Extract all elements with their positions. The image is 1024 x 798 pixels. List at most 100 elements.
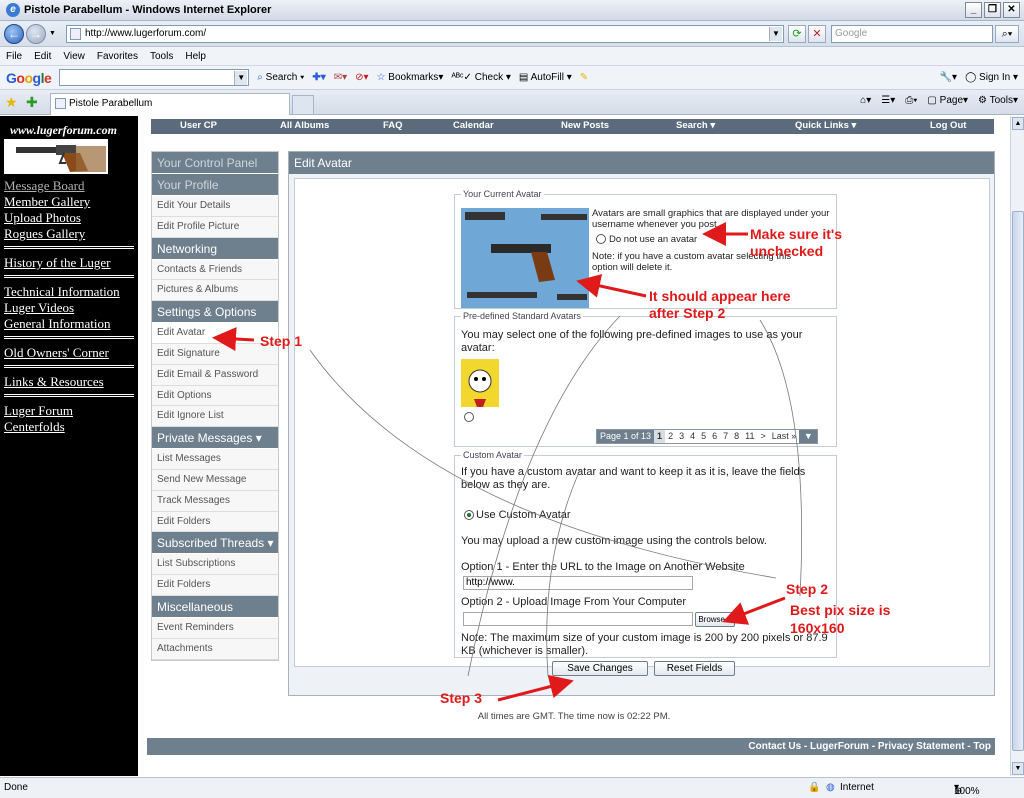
cp-item-edit-folders[interactable]: Edit Folders [152,511,278,533]
menu-edit[interactable]: Edit [34,51,51,62]
avatar-file-input[interactable] [463,612,693,626]
page-scrollbar[interactable]: ▲ ▼ [1010,116,1024,776]
menu-tools[interactable]: Tools [150,51,173,62]
avatar-url-input[interactable]: http://www. [463,576,693,590]
menu-help[interactable]: Help [185,51,206,62]
plus-icon[interactable]: ✚▾ [312,72,325,83]
nav-quick-links[interactable]: Quick Links ▾ [795,120,856,131]
pager-page-4[interactable]: 4 [687,430,698,443]
link-links-resources[interactable]: Links & Resources [4,374,136,390]
cp-item-attachments[interactable]: Attachments [152,638,278,660]
link-history[interactable]: History of the Luger [4,255,136,271]
google-search-input[interactable]: ▼ [59,69,250,86]
link-member-gallery[interactable]: Member Gallery [4,194,136,210]
google-search-button[interactable]: ⌕ Search ▾ [257,72,304,83]
cp-header-profile[interactable]: Your Profile [152,174,278,196]
cp-header-control-panel[interactable]: Your Control Panel [152,152,278,174]
scroll-thumb[interactable] [1012,211,1024,751]
stop-icon[interactable]: ✕ [808,25,826,43]
link-luger-forum[interactable]: Luger Forum [4,403,136,419]
nav-search[interactable]: Search ▾ [676,120,715,131]
cp-header-misc[interactable]: Miscellaneous [152,595,278,618]
autofill-button[interactable]: ▤ AutoFill ▾ [519,72,572,83]
browser-tab[interactable]: Pistole Parabellum [50,93,290,115]
search-go-icon[interactable]: ⌕▾ [995,25,1019,43]
tools-menu[interactable]: ⚙ Tools▾ [978,95,1018,106]
pager-last[interactable]: Last » [769,430,800,443]
block-icon[interactable]: ⊘▾ [355,72,368,83]
cp-item-event-reminders[interactable]: Event Reminders [152,617,278,639]
link-upload-photos[interactable]: Upload Photos [4,210,136,226]
nav-new-posts[interactable]: New Posts [561,120,609,131]
maximize-button[interactable]: ❐ [984,2,1001,18]
scroll-up-icon[interactable]: ▲ [1012,117,1024,130]
cp-item-pictures-albums[interactable]: Pictures & Albums [152,280,278,302]
cp-item-edit-options[interactable]: Edit Options [152,385,278,407]
nav-all-albums[interactable]: All Albums [280,120,329,131]
cp-item-contacts[interactable]: Contacts & Friends [152,259,278,281]
pager-page-11[interactable]: 11 [742,430,757,443]
cp-header-networking[interactable]: Networking [152,237,278,260]
menu-favorites[interactable]: Favorites [97,51,138,62]
print-icon[interactable]: ⎙▾ [905,95,917,106]
pager-page-5[interactable]: 5 [698,430,709,443]
nav-calendar[interactable]: Calendar [453,120,494,131]
home-icon[interactable]: ⌂▾ [860,95,871,106]
predefined-avatar-radio[interactable] [464,412,474,422]
nav-faq[interactable]: FAQ [383,120,403,131]
cp-header-subscribed[interactable]: Subscribed Threads ▾ [152,532,278,555]
highlight-icon[interactable]: ✎ [580,72,588,83]
reset-fields-button[interactable]: Reset Fields [654,661,735,676]
link-old-owners[interactable]: Old Owners' Corner [4,345,136,361]
link-centerfolds[interactable]: Centerfolds [4,419,136,435]
address-bar[interactable]: http://www.lugerforum.com/ ▼ [66,25,784,43]
no-avatar-radio[interactable] [596,234,606,244]
pager-page-2[interactable]: 2 [665,430,676,443]
use-custom-avatar-radio[interactable] [464,510,474,520]
link-general-info[interactable]: General Information [4,316,136,332]
pager-dropdown-icon[interactable]: ▼ [799,430,818,443]
pager-page-6[interactable]: 6 [709,430,720,443]
cp-item-edit-folders-2[interactable]: Edit Folders [152,575,278,596]
save-changes-button[interactable]: Save Changes [552,661,648,676]
menu-file[interactable]: File [6,51,22,62]
pager-page-7[interactable]: 7 [720,430,731,443]
link-message-board[interactable]: Message Board [4,178,136,194]
share-icon[interactable]: ✉▾ [334,72,347,83]
check-button[interactable]: ᴬᴮᶜ✓ Check ▾ [451,72,511,83]
cp-item-list-messages[interactable]: List Messages [152,449,278,470]
browser-search-input[interactable]: Google [831,25,993,43]
minimize-button[interactable]: _ [965,2,982,18]
wrench-icon[interactable]: 🔧▾ [940,72,957,83]
refresh-icon[interactable]: ⟳ [788,25,806,43]
luger-pistol-image[interactable] [4,139,108,174]
signin-button[interactable]: ◯ Sign In ▾ [965,72,1018,83]
pager-page-8[interactable]: 8 [731,430,742,443]
scroll-down-icon[interactable]: ▼ [1012,762,1024,775]
predefined-avatar-image[interactable] [461,359,499,407]
history-dropdown-icon[interactable]: ▼ [49,30,56,37]
pager-next[interactable]: > [758,430,769,443]
link-rogues-gallery[interactable]: Rogues Gallery [4,226,136,242]
favorites-star-icon[interactable]: ★ [5,94,18,111]
bookmarks-button[interactable]: ☆ Bookmarks▾ [377,72,444,83]
cp-header-settings[interactable]: Settings & Options [152,301,278,324]
page-menu[interactable]: ▢ Page▾ [927,95,968,106]
cp-item-list-subscriptions[interactable]: List Subscriptions [152,554,278,576]
link-technical-info[interactable]: Technical Information [4,284,136,300]
cp-item-edit-email-password[interactable]: Edit Email & Password [152,364,278,386]
forward-button[interactable]: → [26,24,46,44]
footer-links[interactable]: Contact Us - LugerForum - Privacy Statem… [147,738,995,755]
back-button[interactable]: ← [4,24,24,44]
cp-item-send-message[interactable]: Send New Message [152,469,278,491]
close-window-button[interactable]: ✕ [1003,2,1020,18]
pager-page-3[interactable]: 3 [676,430,687,443]
cp-header-private-messages[interactable]: Private Messages ▾ [152,427,278,450]
link-luger-videos[interactable]: Luger Videos [4,300,136,316]
new-tab-button[interactable] [292,95,314,115]
cp-item-edit-profile-picture[interactable]: Edit Profile Picture [152,216,278,238]
address-dropdown-icon[interactable]: ▼ [769,27,782,41]
add-favorites-icon[interactable]: ✚ [26,94,38,111]
pager-page-1[interactable]: 1 [654,430,666,443]
cp-item-track-messages[interactable]: Track Messages [152,490,278,512]
